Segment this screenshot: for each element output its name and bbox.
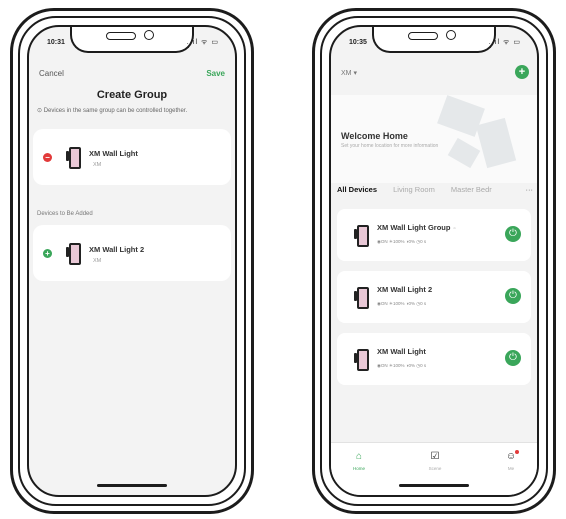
tabbar-me[interactable]: ☺ Me [491,450,531,471]
wall-light-icon [354,225,369,247]
group-devices-card: − XM Wall Light XM [33,129,231,185]
status-time: 10:31 [47,39,65,46]
home-indicator [399,484,469,487]
tabbar-label: Me [507,466,515,471]
speaker-icon [106,32,136,40]
status-icons: ..ıl ᯤ ▭ [186,39,219,46]
home-indicator [97,484,167,487]
tabbar-label: Scene [428,466,442,471]
device-name: XM Wall Light 2 [89,245,145,254]
room-tabs: All Devices Living Room Master Bedr ··· [337,185,533,194]
device-card[interactable]: XM Wall Light Group ▫ ◉ON ☀100% ◑0% ◷0 s … [337,209,531,261]
speaker-icon [408,32,438,40]
device-name: XM Wall Light 2 [377,285,433,294]
phone-create-group: 10:31 ..ıl ᯤ ▭ Cancel Save Create Group … [10,8,254,514]
wall-light-icon [66,147,81,169]
cancel-button[interactable]: Cancel [39,69,64,78]
home-icon: ⌂ [355,451,363,462]
camera-icon [446,30,456,40]
tab-living-room[interactable]: Living Room [393,185,435,194]
notch [70,27,194,53]
power-icon[interactable]: ⏻ [505,226,521,242]
home-selector[interactable]: XM ▾ [341,69,357,77]
add-device-button[interactable]: + [515,65,529,79]
welcome-title: Welcome Home [341,131,408,141]
wall-light-icon [354,349,369,371]
info-text: ⊙ Devices in the same group can be contr… [37,107,229,114]
map-graphic [475,117,517,169]
available-devices-card: + XM Wall Light 2 XM [33,225,231,281]
device-stats: ◉ON ☀100% ◑0% ◷0 s [377,239,427,244]
tabbar-label: Home [352,466,365,471]
tab-master-bedroom[interactable]: Master Bedr [451,185,492,194]
device-stats: ◉ON ☀100% ◑0% ◷0 s [377,301,427,306]
welcome-subtitle: Set your home location for more informat… [341,143,439,149]
add-icon[interactable]: + [43,249,52,258]
tabbar-home[interactable]: ⌂ Home [339,451,379,471]
device-name: XM Wall Light Group ▫ [377,223,456,232]
remove-icon[interactable]: − [43,153,52,162]
bottom-tab-bar: ⌂ Home ☑ Scene ☺ Me [331,442,537,495]
tab-all-devices[interactable]: All Devices [337,185,377,194]
device-sub: XM [93,258,102,264]
status-time: 10:35 [349,39,367,46]
wall-light-icon [354,287,369,309]
power-icon[interactable]: ⏻ [505,288,521,304]
notch [372,27,496,53]
home-name: XM [341,70,352,77]
status-icons: ..ıl ᯤ ▭ [488,39,521,46]
device-card[interactable]: XM Wall Light 2 ◉ON ☀100% ◑0% ◷0 s ⏻ [337,271,531,323]
notification-badge [515,450,519,454]
more-tabs-icon[interactable]: ··· [526,185,534,194]
chevron-down-icon: ▾ [353,70,357,77]
tabbar-scene[interactable]: ☑ Scene [415,451,455,471]
map-graphic [447,137,481,169]
device-card[interactable]: XM Wall Light ◉ON ☀100% ◑0% ◷0 s ⏻ [337,333,531,385]
wall-light-icon [66,243,81,265]
group-icon: ▫ [453,226,456,232]
device-name: XM Wall Light [89,149,138,158]
profile-icon: ☺ [505,451,517,462]
scene-icon: ☑ [430,451,440,462]
device-sub: XM [93,162,102,168]
info-icon: ⊙ [37,108,43,114]
info-label: Devices in the same group can be control… [43,108,188,114]
section-label: Devices to Be Added [37,211,93,217]
save-button[interactable]: Save [206,69,225,78]
camera-icon [144,30,154,40]
device-stats: ◉ON ☀100% ◑0% ◷0 s [377,363,427,368]
power-icon[interactable]: ⏻ [505,350,521,366]
device-name: XM Wall Light [377,347,426,356]
home-screen: 10:35 ..ıl ᯤ ▭ XM ▾ + Welcome Home Set y… [329,25,539,497]
create-group-screen: 10:31 ..ıl ᯤ ▭ Cancel Save Create Group … [27,25,237,497]
phone-home: 10:35 ..ıl ᯤ ▭ XM ▾ + Welcome Home Set y… [312,8,556,514]
device-name-label: XM Wall Light Group [377,223,451,232]
page-title: Create Group [96,89,168,101]
